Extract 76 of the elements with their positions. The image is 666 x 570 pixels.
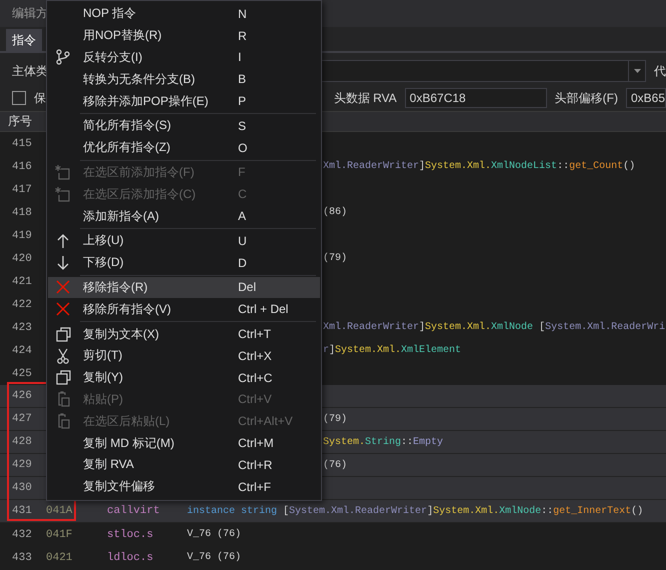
table-cell: V_76 (76) [187,529,242,540]
menu-item[interactable]: 反转分支(I) I [48,46,320,68]
table-cell-text: 426 [11,390,33,402]
table-cell-text: 430 [11,482,33,494]
table-cell-text: 417 [11,184,33,196]
insert-icon [55,186,71,202]
table-cell-text: stloc.s [107,528,154,540]
menu-item[interactable]: 移除并添加POP操作(E) P [48,90,320,112]
table-cell-text: 421 [11,276,33,288]
menu-item[interactable]: 复制文件偏移 Ctrl+F [48,476,320,498]
menu-item[interactable]: 复制为文本(X) Ctrl+T [48,323,320,345]
field-label: 头数据 RVA [334,90,397,106]
checkbox-label: 保 [34,90,46,106]
input-field[interactable]: 0xB67C18 [404,88,547,108]
table-cell: Xml.ReaderWriter]System.Xml.XmlNodeList::get_Count() [323,161,636,172]
copy-icon [56,370,70,386]
table-cell-text: callvirt [107,505,161,517]
scissors-icon [57,348,69,364]
menu-item[interactable]: 添加新指令(A) A [48,205,320,227]
menu-item[interactable]: 简化所有指令(S) S [48,114,320,137]
table-cell-text: 415 [11,138,33,150]
table-cell-text: 423 [11,322,33,334]
table-cell-text: 431 [11,505,33,517]
delete-icon [56,302,70,316]
column-header: 序号 [7,113,33,130]
menu-item[interactable]: 用NOP替换(R) R [48,24,320,47]
table-cell-text: ldloc.s [107,552,154,564]
table-cell: V_76 (76) [187,552,242,563]
menu-item[interactable]: 转换为无条件分支(B) B [48,68,320,90]
table-cell: Xml.ReaderWriter]System.Xml.XmlNode [System.Xml.ReaderWri [323,322,666,333]
table-cell: (86) [323,207,348,218]
table-cell: r]System.Xml.XmlElement [323,345,462,356]
input-field[interactable]: 0xB65 [626,88,666,108]
menu-item[interactable]: 上移(U) U [48,230,320,252]
table-cell-text: 433 [11,552,33,564]
table-cell-text: 422 [11,298,33,310]
table-cell-text: 432 [11,528,33,540]
copy-icon [56,326,70,342]
table-cell-text: 0421 [46,552,74,564]
table-cell-text: 428 [11,436,33,448]
table-cell: (76) [323,460,348,470]
field-label: 代 [654,62,666,80]
table-cell-text: 416 [11,160,33,172]
table-cell-text: 420 [11,252,33,264]
down-arrow-icon [57,254,69,271]
menu-item[interactable]: 复制(Y) Ctrl+C [48,366,320,389]
menu-item[interactable]: 优化所有指令(Z) O [48,136,320,159]
clipboard-icon [56,391,70,408]
tab[interactable]: 指令 [6,29,42,51]
menu-item[interactable]: 复制 MD 标记(M) Ctrl+M [48,432,320,454]
insert-icon [55,164,71,180]
delete-icon [56,280,70,294]
table-cell-text: 429 [11,459,33,471]
caret-icon [634,69,640,73]
menu-item[interactable]: 下移(D) D [48,252,320,274]
table-cell-text: 419 [11,230,33,242]
table-cell-text: 424 [11,344,33,356]
branch-icon [56,49,70,66]
menu-item[interactable]: NOP 指令 N [48,3,320,25]
up-arrow-icon [57,232,69,249]
table-cell-text: 041A [46,505,74,517]
field-label: 头部偏移(F) [554,90,618,106]
table-cell: (79) [323,253,348,264]
table-cell: instance string [System.Xml.ReaderWriter]System.Xml.XmlNode::get_InnerText() [187,506,644,516]
clipboard-icon [56,413,70,430]
table-cell-text: 427 [11,413,33,425]
table-cell: System.String::Empty [323,436,444,448]
menu-item[interactable]: 移除所有指令(V) Ctrl + Del [48,298,320,320]
table-cell-text: 425 [11,368,33,380]
table-cell-text: 418 [11,206,33,218]
table-cell: (79) [323,414,348,424]
checkbox[interactable] [12,91,26,105]
table-cell-text: 041F [46,528,74,540]
menu-item[interactable]: 移除指令(R) Del [48,276,320,298]
menu-item[interactable]: 复制 RVA Ctrl+R [48,454,320,476]
menu-item[interactable]: 剪切(T) Ctrl+X [48,344,320,367]
